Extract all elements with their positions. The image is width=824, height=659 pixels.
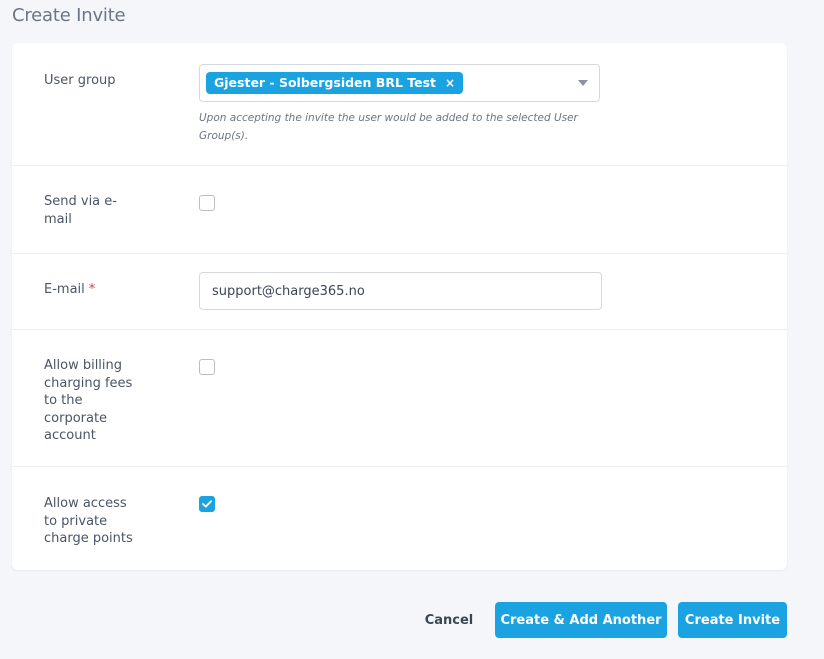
allow-private-label: Allow access to private charge points <box>44 495 133 548</box>
user-group-select[interactable]: Gjester - Solbergsiden BRL Test × <box>199 64 600 102</box>
allow-billing-label-line: charging fees <box>44 375 133 391</box>
allow-billing-label: Allow billing charging fees to the corpo… <box>44 357 132 445</box>
email-label-text: E-mail <box>44 282 85 297</box>
create-add-another-button[interactable]: Create & Add Another <box>495 602 667 638</box>
cancel-button[interactable]: Cancel <box>415 602 483 638</box>
allow-billing-label-line: Allow billing <box>44 358 123 373</box>
allow-billing-label-line: corporate <box>44 410 108 426</box>
required-marker: * <box>88 282 96 297</box>
send-email-checkbox[interactable] <box>199 195 215 211</box>
send-email-label: Send via e- mail <box>44 193 117 228</box>
allow-private-checkbox[interactable] <box>199 496 215 512</box>
send-email-label-line: Send via e- <box>44 194 117 209</box>
invite-form-card: User group Gjester - Solbergsiden BRL Te… <box>12 43 787 570</box>
remove-tag-icon[interactable]: × <box>445 72 455 94</box>
allow-billing-label-line: account <box>44 428 96 443</box>
allow-private-label-line: to private <box>44 513 108 529</box>
user-group-help: Upon accepting the invite the user would… <box>199 112 578 142</box>
allow-billing-checkbox[interactable] <box>199 359 215 375</box>
allow-private-label-line: Allow access <box>44 496 127 511</box>
send-email-label-line: mail <box>44 211 72 227</box>
send-email-row: Send via e- mail <box>12 166 787 254</box>
chevron-down-icon[interactable] <box>578 80 588 86</box>
allow-private-row: Allow access to private charge points <box>12 467 787 570</box>
create-invite-button[interactable]: Create Invite <box>678 602 787 638</box>
user-group-row: User group Gjester - Solbergsiden BRL Te… <box>12 43 787 166</box>
user-group-tag-label: Gjester - Solbergsiden BRL Test <box>214 75 437 90</box>
email-label: E-mail * <box>44 281 95 299</box>
email-row: E-mail * <box>12 254 787 330</box>
page-title: Create Invite <box>12 5 126 26</box>
allow-private-label-line: charge points <box>44 531 133 546</box>
email-field[interactable] <box>199 272 602 310</box>
allow-billing-label-line: to the <box>44 393 83 408</box>
check-icon <box>202 500 212 508</box>
user-group-label: User group <box>44 73 116 88</box>
user-group-tag: Gjester - Solbergsiden BRL Test × <box>206 72 464 94</box>
allow-billing-row: Allow billing charging fees to the corpo… <box>12 330 787 467</box>
